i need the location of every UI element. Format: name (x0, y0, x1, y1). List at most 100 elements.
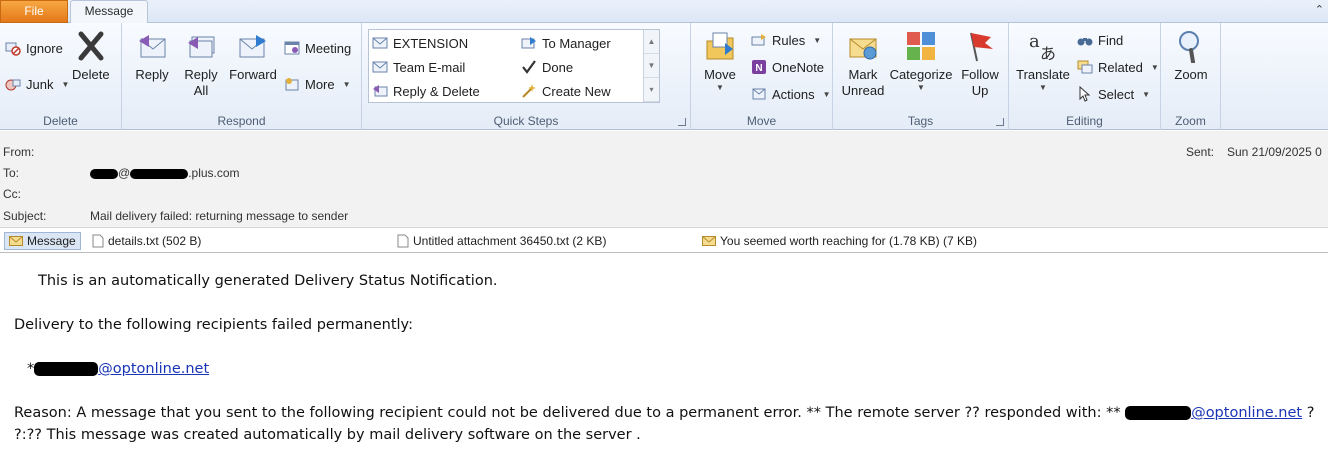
ribbon: Ignore Junk ▼ Delete Delete Reply Reply A… (0, 23, 1328, 130)
quickstep-extension[interactable]: EXTENSION (372, 32, 468, 54)
mark-unread-button[interactable]: Mark Unread (841, 29, 885, 99)
group-label-delete: Delete (43, 114, 78, 128)
mark-unread-label-1: Mark (848, 67, 878, 82)
meeting-icon (284, 41, 300, 55)
quickstep-to-manager[interactable]: To Manager (521, 32, 611, 54)
quickstep-create-new[interactable]: Create New (521, 80, 611, 102)
quickstep-label: Reply & Delete (393, 83, 480, 99)
body-line-intro: This is an automatically generated Deliv… (38, 273, 498, 289)
zoom-label: Zoom (1174, 67, 1208, 82)
related-button[interactable]: Related ▼ (1077, 56, 1159, 78)
actions-icon (752, 88, 766, 100)
reason-tail: ? (1306, 405, 1315, 421)
create-new-icon (522, 84, 536, 98)
attachment-label: Untitled attachment 36450.txt (2 KB) (413, 234, 607, 248)
ribbon-tab-strip: File Message ⌃ (0, 0, 1328, 24)
chevron-down-icon: ▼ (1150, 62, 1159, 72)
reason-link[interactable]: @optonline.net (1191, 405, 1302, 421)
quick-steps-launcher-icon[interactable] (678, 118, 686, 126)
follow-up-label-2: Up (971, 83, 989, 98)
onenote-label: OneNote (772, 59, 825, 75)
group-tags: Mark Unread Categorize ▼ Follow Up Tags (833, 23, 1009, 130)
zoom-button[interactable]: Zoom (1171, 29, 1211, 83)
sent-value: Sun 21/09/2025 0 (1227, 145, 1322, 159)
quickstep-reply-delete[interactable]: Reply & Delete (372, 80, 480, 102)
quickstep-label: Team E-mail (393, 59, 466, 75)
to-label: To: (3, 166, 20, 180)
cc-label: Cc: (3, 187, 21, 201)
chevron-down-icon: ▼ (1039, 83, 1047, 92)
categorize-button[interactable]: Categorize ▼ (889, 29, 953, 93)
find-label: Find (1098, 32, 1124, 48)
junk-icon (5, 79, 21, 91)
junk-button[interactable]: Junk ▼ (5, 73, 69, 95)
ignore-button[interactable]: Ignore (5, 37, 63, 59)
tags-launcher-icon[interactable] (996, 118, 1004, 126)
to-value[interactable]: @ .plus.com (90, 166, 240, 180)
svg-text:N: N (755, 63, 762, 74)
reply-all-label-1: Reply (184, 67, 218, 82)
body-recipient: * @optonline.net (27, 361, 209, 377)
recipient-link[interactable]: @optonline.net (98, 361, 209, 377)
ignore-label: Ignore (26, 40, 63, 56)
minimize-ribbon-icon[interactable]: ⌃ (1315, 3, 1324, 16)
mark-unread-label-2: Unread (841, 83, 885, 98)
attachments-bar: Message details.txt (502 B) Untitled att… (0, 227, 1328, 253)
redaction-mark (130, 168, 189, 179)
document-icon (397, 234, 409, 248)
attachment-label: You seemed worth reaching for (1.78 KB) … (720, 234, 978, 248)
attachment-item[interactable]: details.txt (502 B) (92, 232, 201, 250)
group-quick-steps: EXTENSION To Manager Team E-mail Done Re… (362, 23, 691, 130)
chevron-down-icon: ▼ (61, 79, 70, 89)
reply-button[interactable]: Reply (134, 29, 170, 83)
body-line-last: ?:?? This message was created automatica… (14, 427, 641, 443)
forward-button[interactable]: Forward (228, 29, 278, 83)
actions-label: Actions (772, 86, 815, 102)
group-label-tags: Tags (907, 114, 934, 128)
group-label-quick-steps: Quick Steps (493, 114, 559, 128)
categorize-label: Categorize (889, 67, 953, 82)
document-icon (92, 234, 104, 248)
onenote-button[interactable]: N OneNote (751, 56, 824, 78)
group-editing: aあ Translate ▼ Find Related ▼ Select ▼ Edi… (1009, 23, 1161, 130)
more-respond-icon (285, 78, 299, 91)
group-label-zoom: Zoom (1175, 114, 1206, 128)
select-button[interactable]: Select ▼ (1077, 83, 1150, 105)
translate-button[interactable]: aあ Translate ▼ (1015, 29, 1071, 93)
tab-message[interactable]: Message (70, 0, 148, 24)
delete-button[interactable]: Delete (72, 29, 110, 83)
scroll-up-icon[interactable]: ▲ (644, 30, 659, 54)
reply-all-label-2: All (193, 83, 209, 98)
expand-gallery-icon[interactable]: ▾ (644, 78, 659, 102)
attachment-item[interactable]: You seemed worth reaching for (1.78 KB) … (702, 232, 977, 250)
flag-icon (970, 32, 993, 62)
follow-up-button[interactable]: Follow Up (959, 29, 1001, 99)
actions-button[interactable]: Actions ▼ (751, 83, 831, 105)
chevron-down-icon: ▼ (1142, 89, 1151, 99)
meeting-button[interactable]: Meeting (284, 37, 351, 59)
ignore-icon (5, 42, 21, 56)
reply-all-button[interactable]: Reply All (182, 29, 220, 99)
categorize-icon (907, 32, 935, 60)
chevron-down-icon: ▼ (822, 89, 831, 99)
sent-label: Sent: (1186, 145, 1215, 159)
attachment-item[interactable]: Untitled attachment 36450.txt (2 KB) (397, 232, 606, 250)
mark-unread-icon (849, 38, 877, 60)
redaction-mark (34, 362, 99, 376)
more-respond-button[interactable]: More ▼ (284, 73, 351, 95)
group-label-editing: Editing (1066, 114, 1103, 128)
subject-label: Subject: (3, 209, 47, 223)
quick-steps-scrollbar[interactable]: ▲ ▼ ▾ (643, 30, 659, 102)
svg-text:a: a (1029, 31, 1040, 52)
move-button[interactable]: Move ▼ (701, 29, 739, 93)
message-tab[interactable]: Message (4, 232, 81, 250)
tab-file[interactable]: File (0, 0, 68, 23)
follow-up-label-1: Follow (961, 67, 999, 82)
quickstep-label: To Manager (542, 35, 611, 51)
find-button[interactable]: Find (1077, 29, 1123, 51)
quickstep-team-email[interactable]: Team E-mail (372, 56, 465, 78)
scroll-down-icon[interactable]: ▼ (644, 54, 659, 78)
translate-icon: aあ (1029, 31, 1056, 63)
rules-button[interactable]: Rules ▼ (751, 29, 821, 51)
quickstep-done[interactable]: Done (521, 56, 573, 78)
